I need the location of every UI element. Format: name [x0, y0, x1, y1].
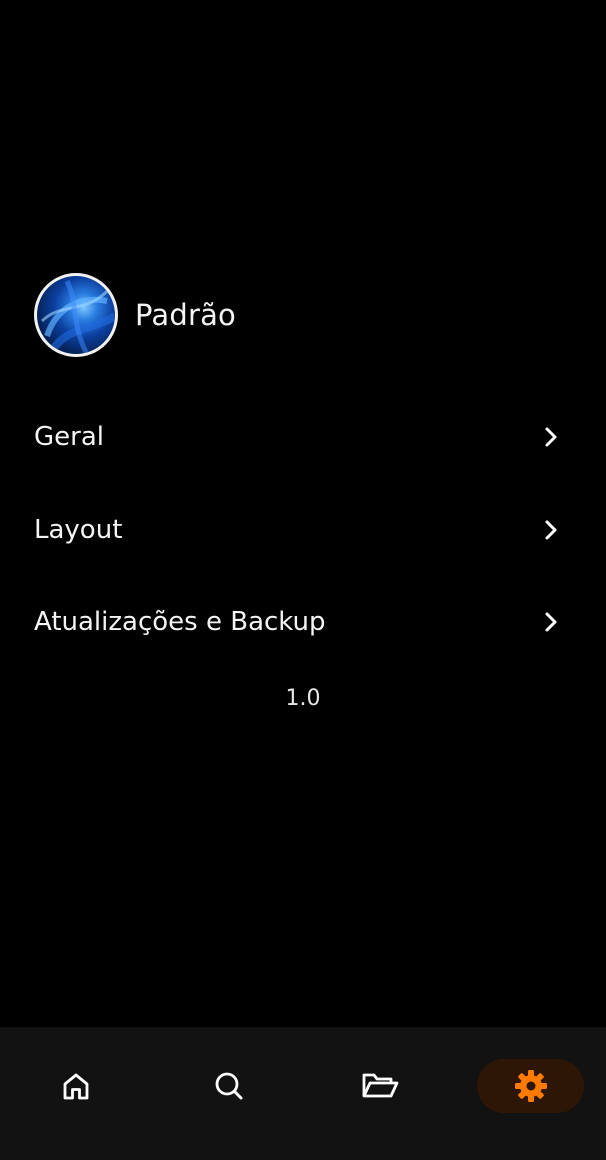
profile-header[interactable]: Padrão — [34, 273, 236, 357]
folder-open-icon — [362, 1073, 399, 1098]
nav-settings-button[interactable] — [477, 1059, 584, 1113]
chevron-right-icon — [545, 427, 557, 447]
menu-item-atualizacoes-backup[interactable]: Atualizações e Backup — [0, 582, 606, 662]
nav-home-button[interactable] — [36, 1059, 116, 1113]
avatar-image — [40, 279, 115, 354]
chevron-right-icon — [545, 612, 557, 632]
profile-name: Padrão — [135, 298, 237, 332]
avatar[interactable] — [34, 273, 118, 357]
home-icon — [63, 1073, 89, 1100]
menu-item-label: Geral — [34, 422, 104, 452]
nav-files-button[interactable] — [340, 1059, 420, 1113]
bottom-navigation — [0, 1027, 606, 1160]
chevron-right-icon — [545, 520, 557, 540]
menu-item-layout[interactable]: Layout — [0, 490, 606, 570]
app-version: 1.0 — [285, 686, 321, 711]
nav-search-button[interactable] — [189, 1059, 269, 1113]
menu-item-label: Atualizações e Backup — [34, 607, 326, 637]
search-icon — [215, 1072, 243, 1100]
gear-icon — [514, 1070, 547, 1102]
menu-item-label: Layout — [34, 515, 123, 545]
menu-item-geral[interactable]: Geral — [0, 397, 606, 477]
